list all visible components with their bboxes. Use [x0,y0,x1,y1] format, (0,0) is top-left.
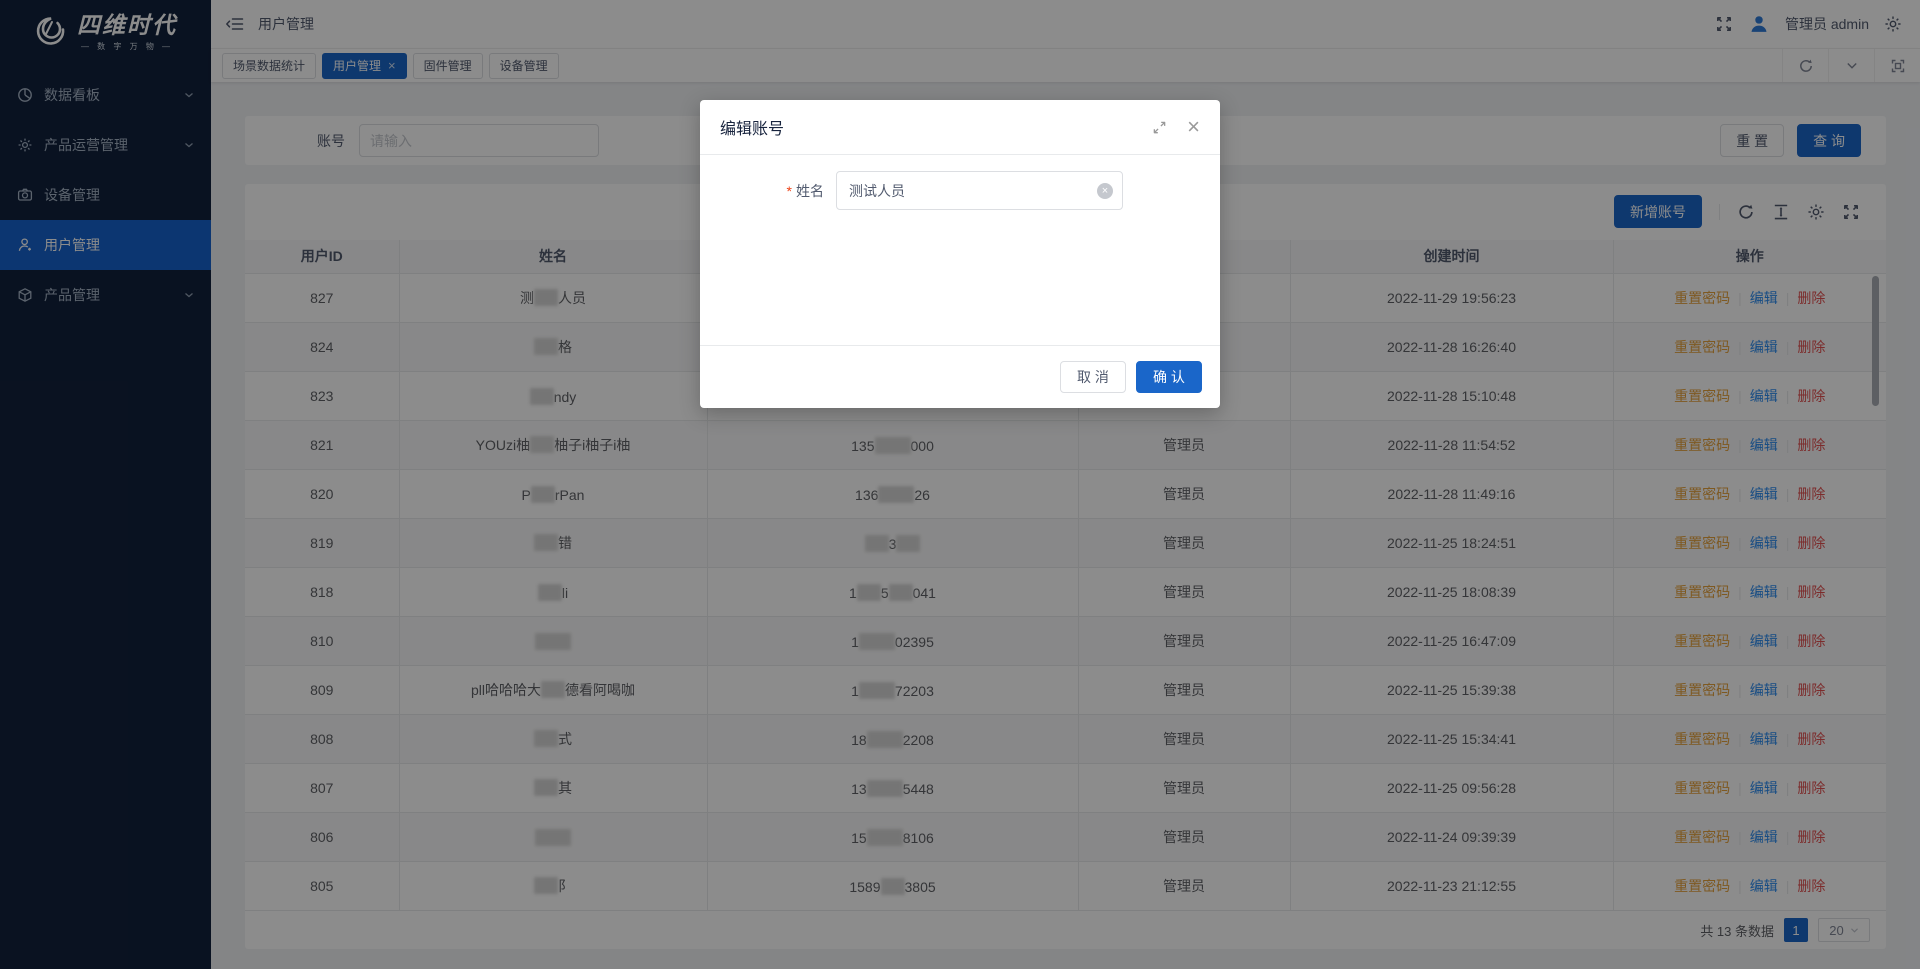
modal-body: *姓名 × [700,155,1220,345]
cancel-button[interactable]: 取 消 [1060,361,1126,393]
clear-input-icon[interactable]: × [1097,183,1113,199]
name-input-wrap: × [836,171,1123,210]
modal-footer: 取 消 确 认 [700,345,1220,408]
confirm-button[interactable]: 确 认 [1136,361,1202,393]
modal-header: 编辑账号 × [700,100,1220,155]
edit-account-modal: 编辑账号 × *姓名 × 取 消 确 认 [700,100,1220,408]
required-asterisk: * [787,183,792,199]
name-field-label: *姓名 [700,181,836,201]
modal-title: 编辑账号 [720,115,784,139]
app-window: 四维时代 — 数 字 万 物 — 数据看板 产品运营管理 [0,0,1920,969]
modal-maximize-icon[interactable] [1152,120,1167,135]
modal-close-icon[interactable]: × [1187,116,1200,138]
modal-header-icons: × [1152,116,1200,138]
name-input[interactable] [836,171,1123,210]
name-form-row: *姓名 × [700,171,1220,210]
